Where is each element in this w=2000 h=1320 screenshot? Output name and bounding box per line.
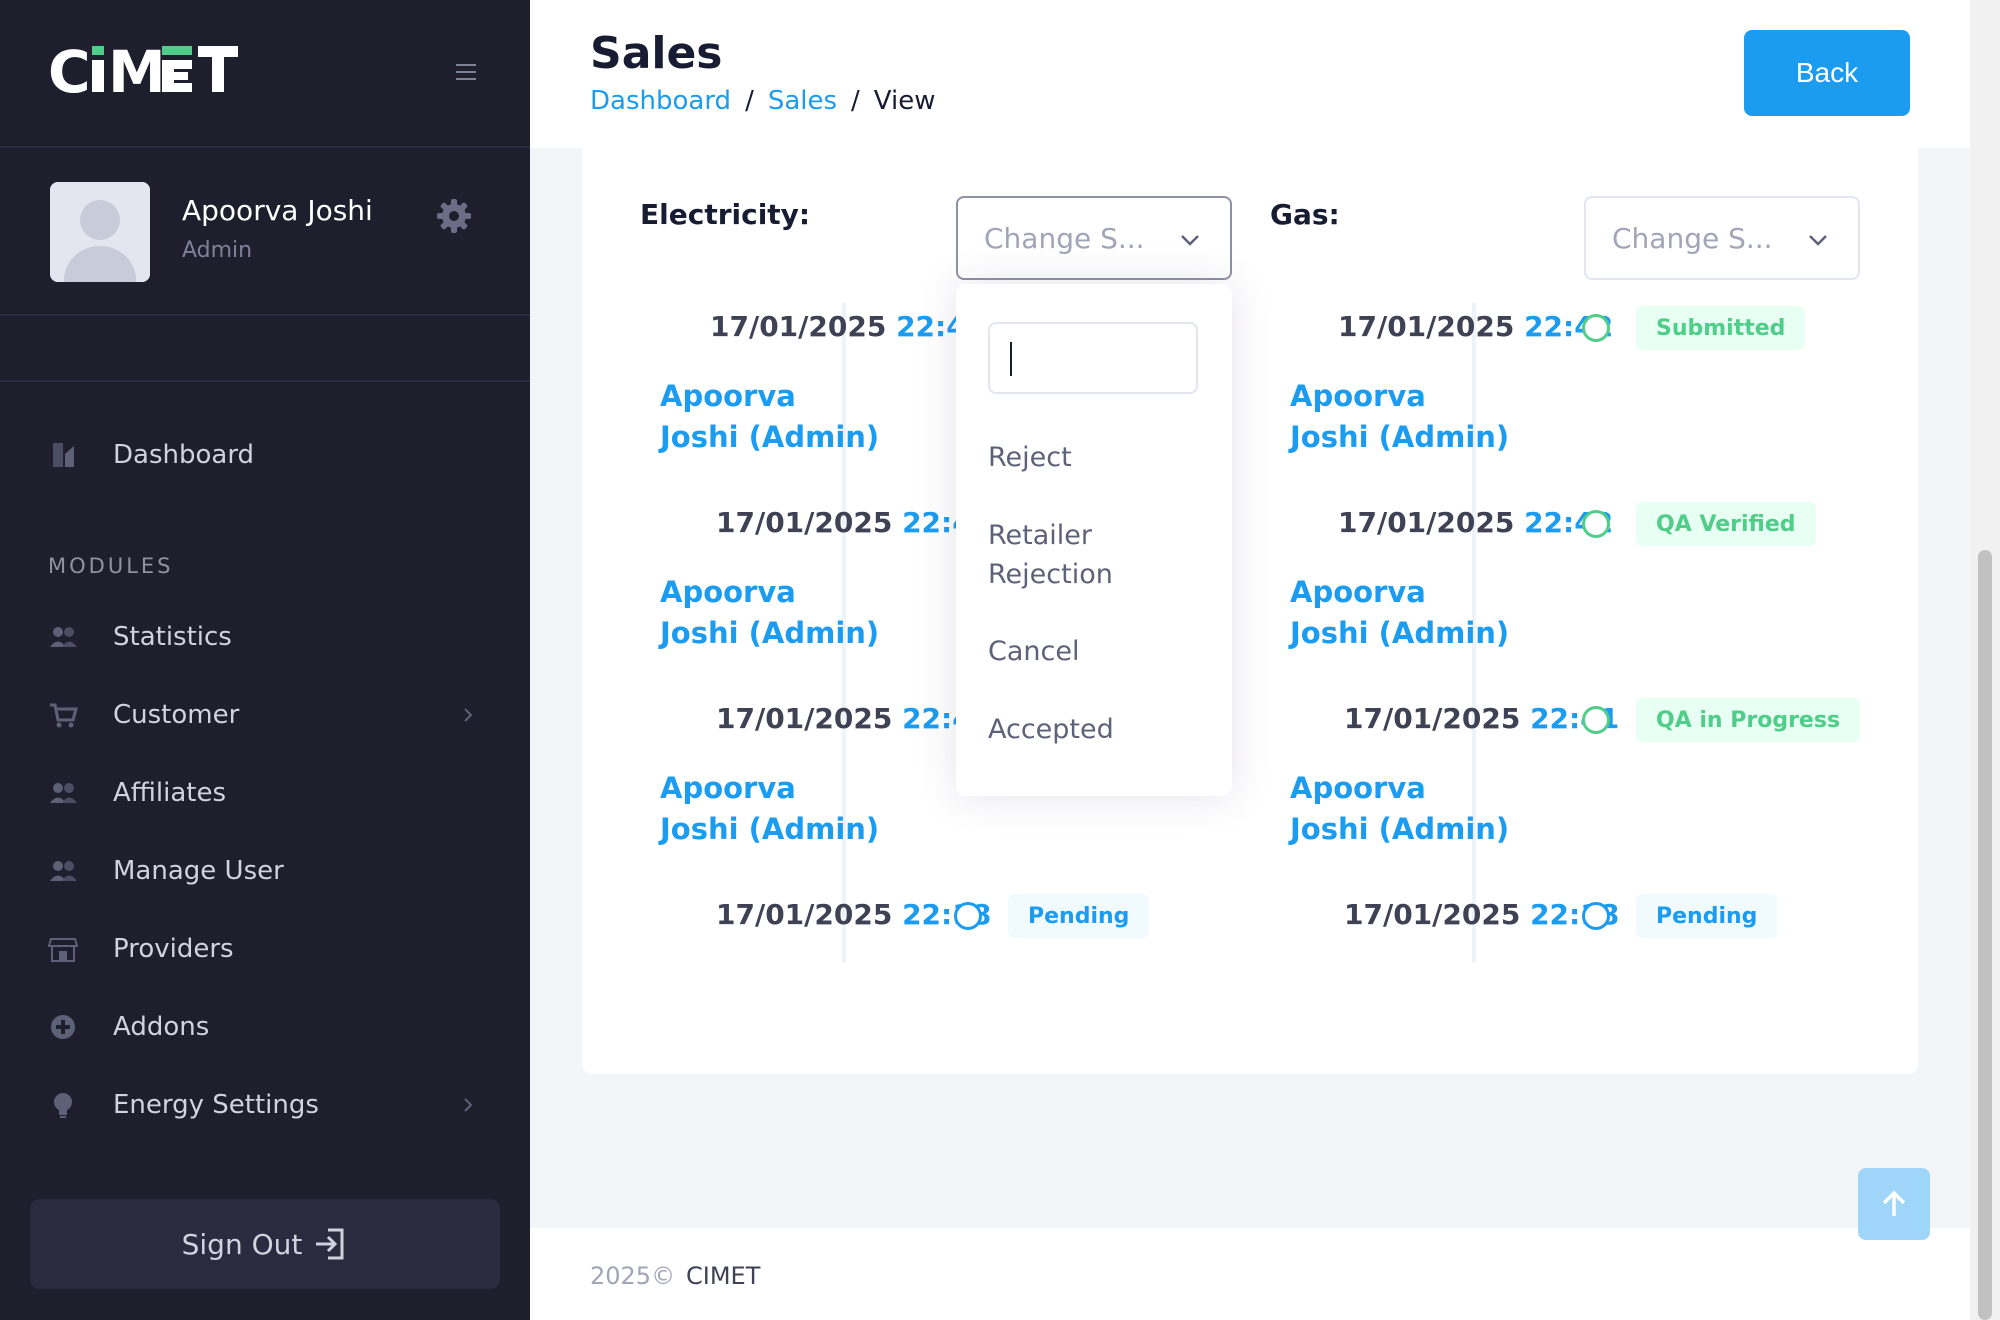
cimet-logo[interactable]: C M <box>48 40 240 104</box>
chevron-right-icon <box>464 708 473 722</box>
scroll-top-button[interactable] <box>1858 1168 1930 1240</box>
users-icon <box>50 627 77 647</box>
menu-toggle-icon[interactable] <box>456 64 476 84</box>
timeline-date: 17/01/2025 22:42 <box>1338 310 1614 343</box>
electricity-label: Electricity: <box>640 198 811 231</box>
timeline-date: 17/01/2025 22:18 <box>716 898 992 931</box>
text-caret <box>1010 342 1012 376</box>
status-badge: QA Verified <box>1636 502 1816 546</box>
back-button[interactable]: Back <box>1744 30 1910 116</box>
timeline-user-link[interactable]: Apoorva Joshi (Admin) <box>1290 376 1510 458</box>
sidebar-item-label: Customer <box>113 700 240 730</box>
breadcrumb-current: View <box>873 86 936 116</box>
timeline-user-link[interactable]: Apoorva Joshi (Admin) <box>660 768 880 850</box>
sidebar-item-label: Dashboard <box>113 440 255 470</box>
sidebar-item-affiliates[interactable]: Affiliates <box>0 763 530 823</box>
sidebar: C M Apoorva Joshi Admin Dashboard MODULE… <box>0 0 530 1320</box>
dropdown-option-accepted[interactable]: Accepted <box>988 710 1208 749</box>
dashboard-icon <box>53 443 74 467</box>
chevron-right-icon <box>464 1098 473 1112</box>
sidebar-item-label: Affiliates <box>113 778 227 808</box>
sidebar-item-label: Manage User <box>113 856 284 886</box>
timeline-date: 17/01/2025 22:41 <box>1344 702 1620 735</box>
page-scrollbar[interactable] <box>1970 0 2000 1320</box>
avatar[interactable] <box>50 182 150 282</box>
gas-label: Gas: <box>1270 198 1340 231</box>
timeline-date: 17/01/2025 22:42 <box>710 310 986 343</box>
sidebar-item-manage-user[interactable]: Manage User <box>0 841 530 901</box>
page-title: Sales <box>590 28 723 79</box>
dropdown-search-input[interactable] <box>988 322 1198 394</box>
timeline-status-dot <box>1582 706 1610 734</box>
chevron-down-icon <box>1181 235 1199 246</box>
timeline-date: 17/01/2025 22:18 <box>1344 898 1620 931</box>
users-icon <box>50 783 77 803</box>
chevron-down-icon <box>1809 235 1827 246</box>
sidebar-item-customer[interactable]: Customer <box>0 685 530 745</box>
sidebar-item-statistics[interactable]: Statistics <box>0 607 530 667</box>
timeline-status-dot <box>1582 314 1610 342</box>
dropdown-option-reject[interactable]: Reject <box>988 438 1208 477</box>
breadcrumb-sales[interactable]: Sales <box>768 86 837 116</box>
timeline-status-dot <box>954 902 982 930</box>
logo-row: C M <box>0 0 530 148</box>
arrow-up-icon <box>1882 1190 1906 1216</box>
timeline-user-link[interactable]: Apoorva Joshi (Admin) <box>660 572 880 654</box>
sidebar-item-energy-settings[interactable]: Energy Settings <box>0 1075 530 1135</box>
users-icon <box>50 861 77 881</box>
status-badge: Pending <box>1008 894 1150 938</box>
footer: 2025© CIMET <box>530 1228 1970 1320</box>
cart-icon <box>50 703 78 728</box>
status-history-card: Electricity: Change S... 17/01/2025 22:4… <box>582 148 1918 1074</box>
sidebar-item-providers[interactable]: Providers <box>0 919 530 979</box>
breadcrumb-separator: / <box>851 86 860 116</box>
svg-text:C: C <box>48 40 91 104</box>
sidebar-item-label: Providers <box>113 934 234 964</box>
timeline-status-dot <box>1582 902 1610 930</box>
svg-text:M: M <box>108 40 166 104</box>
sign-out-icon <box>316 1228 344 1260</box>
breadcrumb-separator: / <box>745 86 754 116</box>
timeline-date: 17/01/2025 22:42 <box>1338 506 1614 539</box>
timeline-status-dot <box>1582 510 1610 538</box>
electricity-status-select[interactable]: Change S... <box>956 196 1232 280</box>
dropdown-option-retailer-rejection[interactable]: Retailer Rejection <box>988 516 1208 594</box>
select-placeholder: Change S... <box>1612 221 1773 255</box>
sidebar-item-dashboard[interactable]: Dashboard <box>0 425 530 485</box>
timeline-user-link[interactable]: Apoorva Joshi (Admin) <box>1290 572 1510 654</box>
gear-icon[interactable] <box>434 196 474 236</box>
footer-year: 2025© <box>590 1262 676 1290</box>
timeline-date: 17/01/2025 22:41 <box>716 506 992 539</box>
status-badge: QA in Progress <box>1636 698 1861 742</box>
breadcrumb-dashboard[interactable]: Dashboard <box>590 86 731 116</box>
sign-out-label: Sign Out <box>181 1227 303 1261</box>
timeline-user-link[interactable]: Apoorva Joshi (Admin) <box>1290 768 1510 850</box>
sidebar-divider <box>0 316 530 382</box>
sidebar-item-label: Statistics <box>113 622 232 652</box>
status-badge: Submitted <box>1636 306 1806 350</box>
scrollbar-thumb[interactable] <box>1978 550 1992 1320</box>
plus-circle-icon <box>51 1015 75 1039</box>
footer-brand-link[interactable]: CIMET <box>686 1262 760 1290</box>
breadcrumb: Dashboard / Sales / View <box>590 86 936 116</box>
select-placeholder: Change S... <box>984 221 1145 255</box>
user-name: Apoorva Joshi <box>182 194 373 227</box>
user-role: Admin <box>182 238 253 263</box>
status-badge: Pending <box>1636 894 1778 938</box>
bulb-icon <box>54 1093 72 1118</box>
status-dropdown: Reject Retailer Rejection Cancel Accepte… <box>956 284 1232 796</box>
sidebar-item-label: Addons <box>113 1012 210 1042</box>
modules-heading: MODULES <box>48 554 174 578</box>
sidebar-item-addons[interactable]: Addons <box>0 997 530 1057</box>
dropdown-option-cancel[interactable]: Cancel <box>988 632 1208 671</box>
timeline-user-link[interactable]: Apoorva Joshi (Admin) <box>660 376 880 458</box>
gas-status-select[interactable]: Change S... <box>1584 196 1860 280</box>
sidebar-item-label: Energy Settings <box>113 1090 319 1120</box>
store-icon <box>48 938 78 962</box>
page-header: Sales Dashboard / Sales / View Back <box>530 0 1970 148</box>
sign-out-button[interactable]: Sign Out <box>30 1199 500 1289</box>
timeline-date: 17/01/2025 22:41 <box>716 702 992 735</box>
